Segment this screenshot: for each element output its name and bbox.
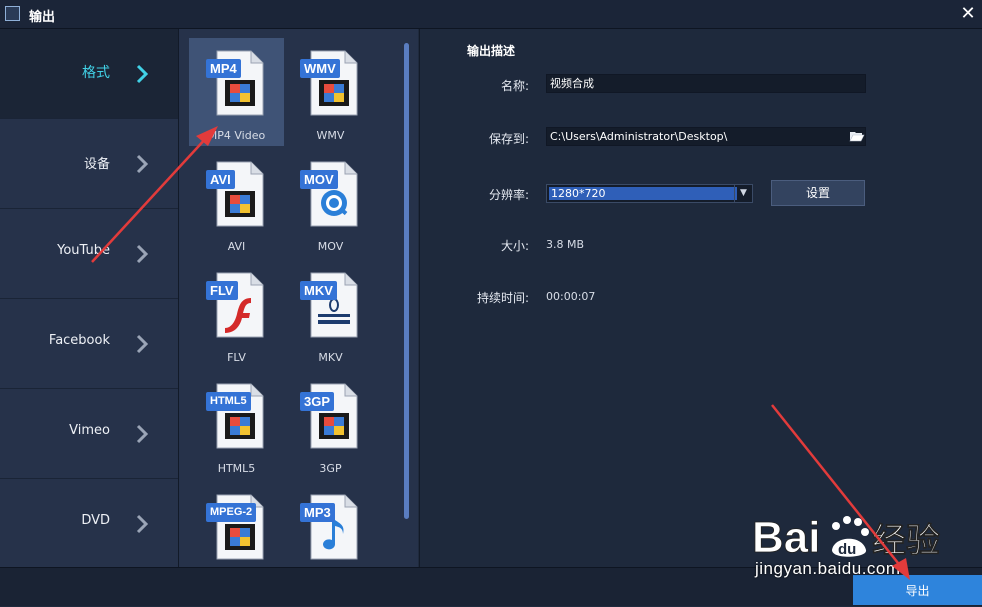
sidebar-item-facebook[interactable]: Facebook [0, 299, 178, 389]
format-badge: MP3 [300, 503, 335, 522]
format-label: MOV [317, 240, 344, 253]
format-label: AVI [227, 240, 246, 253]
sidebar-item-label: Vimeo [69, 423, 110, 438]
format-tile-mp4[interactable]: MP4 MP4 Video [189, 38, 284, 146]
close-button[interactable]: ✕ [958, 4, 978, 24]
folder-icon[interactable] [849, 130, 865, 142]
format-badge: HTML5 [206, 392, 251, 411]
format-badge: 3GP [300, 392, 335, 411]
format-tile-flv[interactable]: FLV FLV [189, 260, 284, 368]
format-grid: MP4 MP4 Video WMV WMV AVI AVI MOV MOV FL… [178, 29, 418, 567]
size-value: 3.8 MB [546, 238, 585, 251]
format-tile-avi[interactable]: AVI AVI [189, 149, 284, 257]
sidebar-item-label: 设备 [83, 157, 110, 172]
svg-text:du: du [838, 541, 856, 558]
format-scrollbar[interactable] [404, 43, 409, 519]
svg-text:Bai: Bai [752, 513, 820, 562]
export-button[interactable]: 导出 [853, 575, 982, 605]
format-tile-mp3[interactable]: MP3 [283, 482, 378, 567]
sidebar-item-dvd[interactable]: DVD [0, 479, 178, 569]
save-path-field[interactable]: C:\Users\Administrator\Desktop\ [546, 127, 866, 146]
format-badge: AVI [206, 170, 235, 189]
format-tile-3gp[interactable]: 3GP 3GP [283, 371, 378, 479]
format-label: 3GP [319, 462, 342, 475]
watermark-url: jingyan.baidu.com [755, 559, 901, 578]
format-tile-mkv[interactable]: MKV MKV [283, 260, 378, 368]
format-label: MKV [318, 351, 343, 364]
chevron-down-icon: ▼ [734, 185, 752, 202]
sidebar-item-vimeo[interactable]: Vimeo [0, 389, 178, 479]
format-tile-mpeg2[interactable]: MPEG-2 [189, 482, 284, 567]
chevron-right-icon [136, 334, 149, 354]
format-tile-wmv[interactable]: WMV WMV [283, 38, 378, 146]
chevron-right-icon [136, 514, 149, 534]
settings-button[interactable]: 设置 [771, 180, 865, 206]
sidebar-item-label: DVD [81, 513, 110, 528]
sidebar-item-youtube[interactable]: YouTube [0, 209, 178, 299]
format-label: WMV [316, 129, 345, 142]
format-badge: WMV [300, 59, 340, 78]
format-badge: MKV [300, 281, 337, 300]
svg-text:经验: 经验 [872, 521, 940, 561]
format-label: MP4 Video [207, 129, 266, 142]
sidebar-item-device[interactable]: 设备 [0, 119, 178, 209]
category-sidebar: 格式 设备 YouTube Facebook Vimeo DVD [0, 29, 178, 569]
resolution-label: 分辨率: [488, 188, 529, 202]
format-badge: MPEG-2 [206, 503, 257, 522]
sidebar-item-label: Facebook [48, 333, 110, 348]
name-field[interactable]: 视频合成 [546, 74, 866, 93]
format-badge: MP4 [206, 59, 241, 78]
duration-value: 00:00:07 [546, 290, 596, 303]
sidebar-item-label: 格式 [82, 65, 110, 81]
resolution-value: 1280*720 [549, 187, 737, 200]
format-tile-mov[interactable]: MOV MOV [283, 149, 378, 257]
size-label: 大小: [500, 239, 529, 253]
sidebar-item-format[interactable]: 格式 [0, 29, 178, 119]
name-label: 名称: [500, 79, 529, 93]
chevron-right-icon [136, 244, 149, 264]
save-to-label: 保存到: [488, 132, 529, 146]
window-title: 输出 [29, 10, 56, 25]
sidebar-item-label: YouTube [57, 243, 110, 258]
title-bar: 输出 ✕ [0, 0, 982, 29]
resolution-select[interactable]: 1280*720 ▼ [546, 184, 753, 203]
format-label: FLV [227, 351, 246, 364]
app-icon [5, 6, 20, 21]
format-badge: MOV [300, 170, 338, 189]
chevron-right-icon [136, 424, 149, 444]
duration-label: 持续时间: [476, 291, 529, 305]
chevron-right-icon [136, 154, 149, 174]
format-tile-html5[interactable]: HTML5 HTML5 [189, 371, 284, 479]
section-title: 输出描述 [467, 44, 516, 58]
format-badge: FLV [206, 281, 238, 300]
chevron-right-icon [136, 64, 149, 84]
format-label: HTML5 [217, 462, 256, 475]
